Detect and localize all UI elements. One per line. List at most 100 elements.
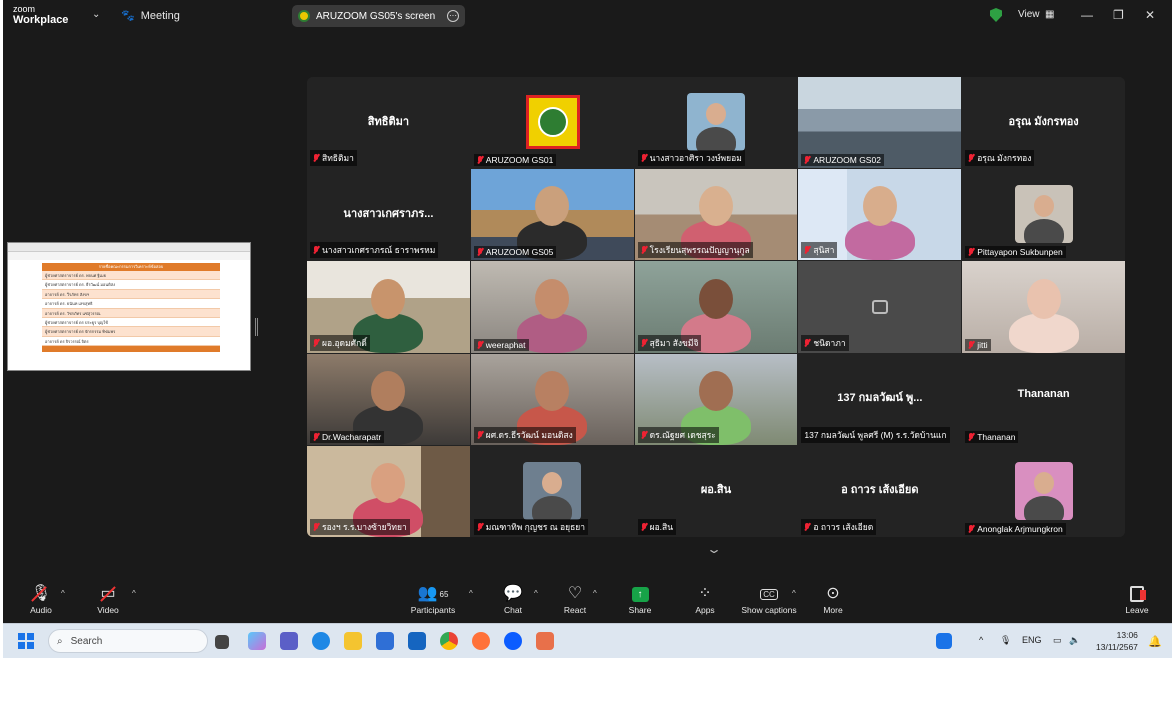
profile-picture (523, 461, 582, 520)
participant-tile[interactable]: Pittayapon Sukbunpen (962, 169, 1125, 261)
participant-tile[interactable]: ARUZOOM GS02 (798, 77, 962, 169)
participant-tile[interactable]: ดร.ณัฐยศ เดชสุระ (634, 353, 798, 445)
language-indicator[interactable]: ENG (1022, 635, 1042, 645)
search-icon: ⌕ (57, 635, 63, 647)
shared-screen-thumbnail[interactable]: รายชื่อคณะกรรมการวิเคราะห์ข้อสอบ ผู้ช่วย… (7, 242, 251, 371)
chrome-icon[interactable] (440, 632, 458, 650)
participant-tile[interactable]: ผศ.ดร.ธีรวัฒน์ มอนดิสง (470, 353, 634, 445)
minimize-icon[interactable]: — (1081, 8, 1093, 22)
notification-bell-icon[interactable]: 🔔 (1148, 635, 1162, 648)
participant-tile[interactable]: อ ถาวร เส้งเอียดอ ถาวร เส้งเอียด (798, 445, 962, 537)
doc-row: อาจารย์ ดร. ธนันท เลขสุทธิ (42, 299, 220, 309)
participant-tile[interactable]: สุนิสา (798, 169, 962, 261)
react-caret-icon[interactable]: ^ (593, 589, 597, 598)
participants-count: 65 (439, 589, 449, 599)
participant-tile[interactable]: สิทธิติมา สิทธิติมา (307, 77, 470, 169)
split-drag-handle[interactable] (255, 318, 258, 336)
participant-name: ชนิดาภา (813, 337, 846, 348)
store-icon[interactable] (376, 632, 394, 650)
participant-tile[interactable]: สุธิมา สังขมีจิ (634, 261, 798, 353)
volume-icon[interactable]: 🔈 (1069, 635, 1080, 646)
system-clock[interactable]: 13:06 13/11/2567 (1096, 629, 1138, 653)
chat-label: Chat (504, 605, 522, 615)
participant-nametag: ผอ.อุดมศักดิ์ (310, 334, 370, 351)
microphone-muted-icon (641, 522, 647, 531)
chevron-down-icon[interactable]: ⌄ (92, 9, 100, 20)
leave-button[interactable]: Leave (1107, 583, 1167, 615)
participant-tile[interactable]: ผอ.อุดมศักดิ์ (307, 261, 470, 353)
presentation-app-icon[interactable] (536, 632, 554, 650)
microphone-muted-icon (641, 246, 647, 254)
participant-nametag: ARUZOOM GS01 (473, 154, 557, 167)
tray-chevron-icon[interactable]: ^ (979, 635, 983, 645)
microphone-muted-icon (477, 430, 483, 439)
audio-options-caret-icon[interactable]: ^ (61, 589, 65, 598)
mail-icon[interactable] (408, 632, 426, 650)
participant-nametag: สุธิมา สังขมีจิ (637, 334, 702, 351)
participant-tile[interactable]: มณฑาทิพ กุญชร ณ อยุธยา (470, 445, 634, 537)
participant-tile[interactable]: Dr.Wacharapatr (307, 353, 470, 445)
file-explorer-icon[interactable] (344, 632, 362, 650)
video-button[interactable]: ▭ Video (78, 583, 138, 616)
video-options-caret-icon[interactable]: ^ (132, 589, 136, 598)
microphone-muted-icon (968, 524, 974, 533)
participant-tile[interactable]: jitti (962, 261, 1125, 353)
captions-button[interactable]: CC Show captions (739, 583, 799, 615)
microphone-tray-icon[interactable]: 🎙 (1000, 635, 1011, 646)
camera-off-placeholder-icon (871, 299, 888, 314)
participant-tile[interactable]: ARUZOOM GS01 (470, 77, 634, 169)
participant-tile[interactable]: รองฯ ร.ร.บางซ้ายวิทยา (307, 445, 470, 537)
participant-tile[interactable]: อรุณ มังกรทอง อรุณ มังกรทอง (962, 77, 1125, 169)
participants-button[interactable]: 👥 65 Participants (403, 583, 463, 616)
doc-row: อาจารย์ ดร. วีรภัทร สังขฯ (42, 289, 220, 300)
participant-face (535, 370, 570, 411)
participant-tile[interactable]: ชนิดาภา (798, 261, 962, 353)
participant-tile[interactable]: ARUZOOM GS05 (470, 169, 634, 261)
avatar-face (705, 103, 726, 125)
participant-tile[interactable]: Thananan Thananan (962, 353, 1125, 445)
participant-nametag: 137 กมลวัฒน์ พูลศรี (M) ร.ร.วัดบ้านแก (801, 426, 950, 443)
chevron-down-icon[interactable]: ⌄ (706, 542, 722, 556)
react-button[interactable]: ♡ React (545, 583, 605, 616)
participant-face (698, 278, 733, 319)
chat-icon: 💬 (503, 585, 523, 602)
widgets-icon[interactable] (936, 633, 952, 649)
task-view-icon[interactable] (215, 635, 229, 649)
more-options-icon[interactable]: ··· (447, 10, 459, 22)
view-button[interactable]: View ▦ (1018, 9, 1055, 20)
participants-caret-icon[interactable]: ^ (469, 589, 473, 598)
network-icon[interactable]: ▭ (1053, 635, 1062, 646)
participant-tile[interactable]: โรงเรียนสุพรรณปัญญานุกูล (634, 169, 798, 261)
participant-tile[interactable]: ผอ.สิน ผอ.สิน (634, 445, 798, 537)
search-placeholder: Search (70, 635, 103, 647)
teams-icon[interactable] (280, 632, 298, 650)
participant-tile[interactable]: นางสาวเกศราภร... นางสาวเกศราภรณ์ ธาราพรหม (307, 169, 470, 261)
participant-tile[interactable]: Anonglak Arjmungkron (962, 445, 1125, 537)
captions-caret-icon[interactable]: ^ (792, 589, 796, 598)
windows-start-icon[interactable] (18, 633, 34, 649)
participant-nametag: อรุณ มังกรทอง (965, 150, 1035, 167)
firefox-icon[interactable] (472, 632, 490, 650)
restore-icon[interactable]: ❐ (1113, 8, 1124, 22)
taskbar-search[interactable]: ⌕ Search (48, 629, 208, 653)
participant-tile[interactable]: weeraphat (470, 261, 634, 353)
zoom-workplace-logo[interactable]: zoom Workplace (13, 4, 68, 26)
chat-caret-icon[interactable]: ^ (534, 589, 538, 598)
audio-button[interactable]: 🎙 Audio (11, 583, 71, 616)
share-button[interactable]: ↑ Share (610, 583, 670, 615)
edge-icon[interactable] (312, 632, 330, 650)
meeting-menu[interactable]: 🐾 Meeting (121, 9, 180, 23)
close-icon[interactable]: ✕ (1145, 8, 1155, 22)
participant-name: ดร.ณัฐยศ เดชสุระ (649, 429, 716, 440)
zoom-icon[interactable] (504, 632, 522, 650)
more-button[interactable]: ⊙ More (803, 583, 863, 616)
participant-tile[interactable]: 137 กมลวัฒน์ พู... 137 กมลวัฒน์ พูลศรี (M… (798, 353, 962, 445)
screen-share-indicator[interactable]: ARUZOOM GS05's screen ··· (292, 5, 465, 27)
chat-button[interactable]: 💬 Chat (483, 583, 543, 616)
security-shield-icon[interactable] (990, 8, 1002, 22)
copilot-icon[interactable] (248, 632, 266, 650)
clock-time: 13:06 (1116, 630, 1138, 640)
zoom-window: zoom Workplace ⌄ 🐾 Meeting ARUZOOM GS05'… (3, 0, 1172, 658)
participant-tile[interactable]: นางสาวอาศิรา วงษ์พยอม (634, 77, 798, 169)
apps-button[interactable]: ⁘ Apps (675, 583, 735, 616)
